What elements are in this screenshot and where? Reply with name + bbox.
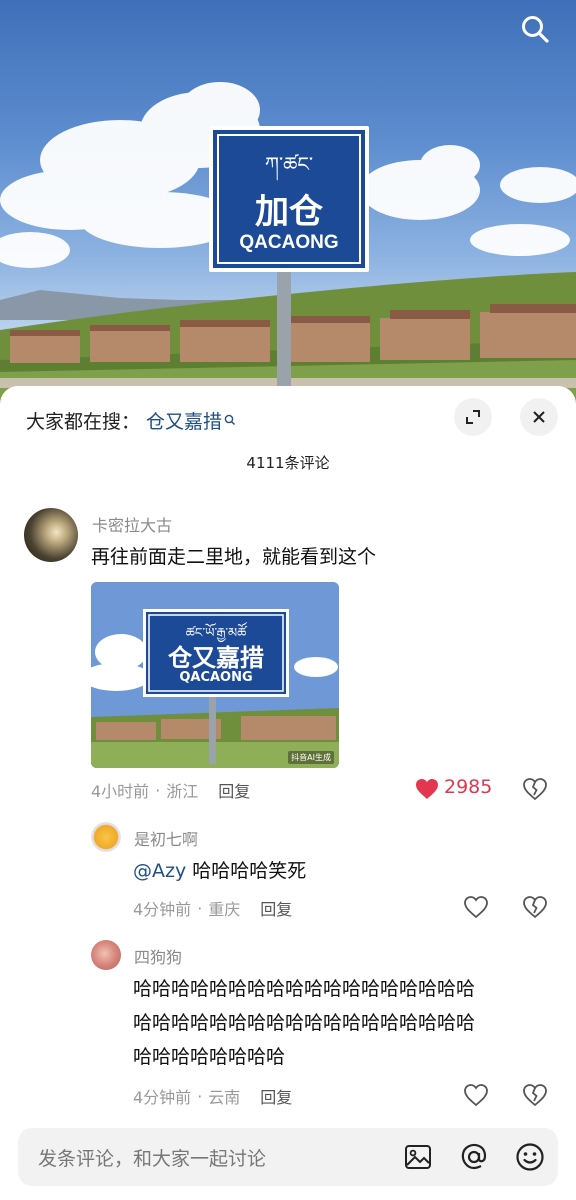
sign-latin-text: QACAONG (239, 232, 339, 253)
image-sign-latin: QACAONG (179, 670, 253, 685)
reply-text-line: 哈哈哈哈哈哈哈哈 (133, 1046, 286, 1068)
close-button[interactable] (520, 398, 558, 436)
smiley-icon (516, 1143, 544, 1171)
reply-button[interactable]: 回复 (260, 896, 292, 920)
comment-location: 浙江 (166, 782, 199, 801)
mention-button[interactable] (458, 1141, 490, 1173)
small-search-icon (224, 414, 236, 425)
reply-button[interactable]: 回复 (260, 1084, 292, 1108)
comment-text: 再往前面走二里地，就能看到这个 (91, 546, 377, 568)
comment-time: 4小时前 (91, 782, 150, 801)
search-button[interactable] (520, 14, 560, 54)
comment-input-placeholder[interactable]: 发条评论，和大家一起讨论 (38, 1144, 266, 1171)
reply-body: 哈哈哈哈笑死 (186, 860, 307, 882)
reply-author-name[interactable]: 四狗狗 (134, 944, 182, 968)
like-button[interactable] (463, 1082, 489, 1108)
mention-link[interactable]: @Azy (133, 860, 186, 882)
comment-image[interactable]: ཚང་ཡོ་རྒྱ་མཚོ 仓又嘉措 QACAONG 抖音AI生成 (91, 582, 339, 768)
dislike-button[interactable] (522, 894, 548, 920)
image-picker-button[interactable] (402, 1141, 434, 1173)
heart-outline-icon (464, 1084, 488, 1106)
reply-author-name[interactable]: 是初七啊 (134, 826, 198, 850)
comment-count: 4111条评论 (246, 454, 330, 472)
image-sign-chinese: 仓又嘉措 (168, 644, 264, 672)
reply-text: @Azy 哈哈哈哈笑死 (133, 854, 306, 888)
trending-query-link[interactable]: 仓又嘉措 (146, 407, 236, 434)
reply-button[interactable]: 回复 (218, 778, 250, 802)
broken-heart-icon (523, 778, 547, 800)
reply-text-line: 哈哈哈哈哈哈哈哈哈哈哈哈哈哈哈哈哈哈 (133, 978, 476, 1000)
expand-button[interactable] (454, 398, 492, 436)
like-button[interactable] (414, 776, 440, 802)
heart-outline-icon (464, 896, 488, 918)
dislike-button[interactable] (522, 776, 548, 802)
broken-heart-icon (523, 896, 547, 918)
ai-generated-tag: 抖音AI生成 (288, 751, 334, 764)
broken-heart-icon (523, 1084, 547, 1106)
reply-time: 4分钟前 (133, 900, 192, 919)
search-icon (522, 16, 549, 43)
trending-query-text: 仓又嘉措 (146, 410, 223, 433)
reply-meta: 4分钟前 · 云南 回复 (133, 1084, 292, 1108)
reply-time: 4分钟前 (133, 1088, 192, 1107)
hero-photo: ཀ་ཚང་ 加仓 QACAONG (0, 0, 576, 420)
at-sign-icon (461, 1143, 487, 1170)
comment-sheet: 大家都在搜： 仓又嘉措 4111条评论 卡密拉大古 再往前面走二里地，就能看到这… (0, 386, 576, 1200)
reply-text-line: 哈哈哈哈哈哈哈哈哈哈哈哈哈哈哈哈哈哈 (133, 1012, 476, 1034)
comment-input-bar[interactable]: 发条评论，和大家一起讨论 (18, 1128, 558, 1186)
image-icon (405, 1145, 431, 1169)
trending-label: 大家都在搜： (26, 410, 141, 433)
heart-filled-icon (416, 779, 438, 799)
avatar[interactable] (24, 508, 78, 562)
avatar[interactable] (91, 940, 121, 970)
reply-location: 重庆 (208, 900, 241, 919)
sign-chinese-text: 加仓 (255, 192, 323, 232)
like-count: 2985 (444, 776, 493, 798)
close-icon (533, 411, 545, 423)
commenter-name[interactable]: 卡密拉大古 (92, 512, 172, 536)
reply-meta: 4分钟前 · 重庆 回复 (133, 896, 292, 920)
avatar[interactable] (91, 822, 121, 852)
comment-meta: 4小时前 · 浙江 回复 (91, 778, 250, 802)
reply-location: 云南 (208, 1088, 241, 1107)
dislike-button[interactable] (522, 1082, 548, 1108)
expand-icon (466, 410, 480, 424)
emoji-button[interactable] (514, 1141, 546, 1173)
like-button[interactable] (463, 894, 489, 920)
